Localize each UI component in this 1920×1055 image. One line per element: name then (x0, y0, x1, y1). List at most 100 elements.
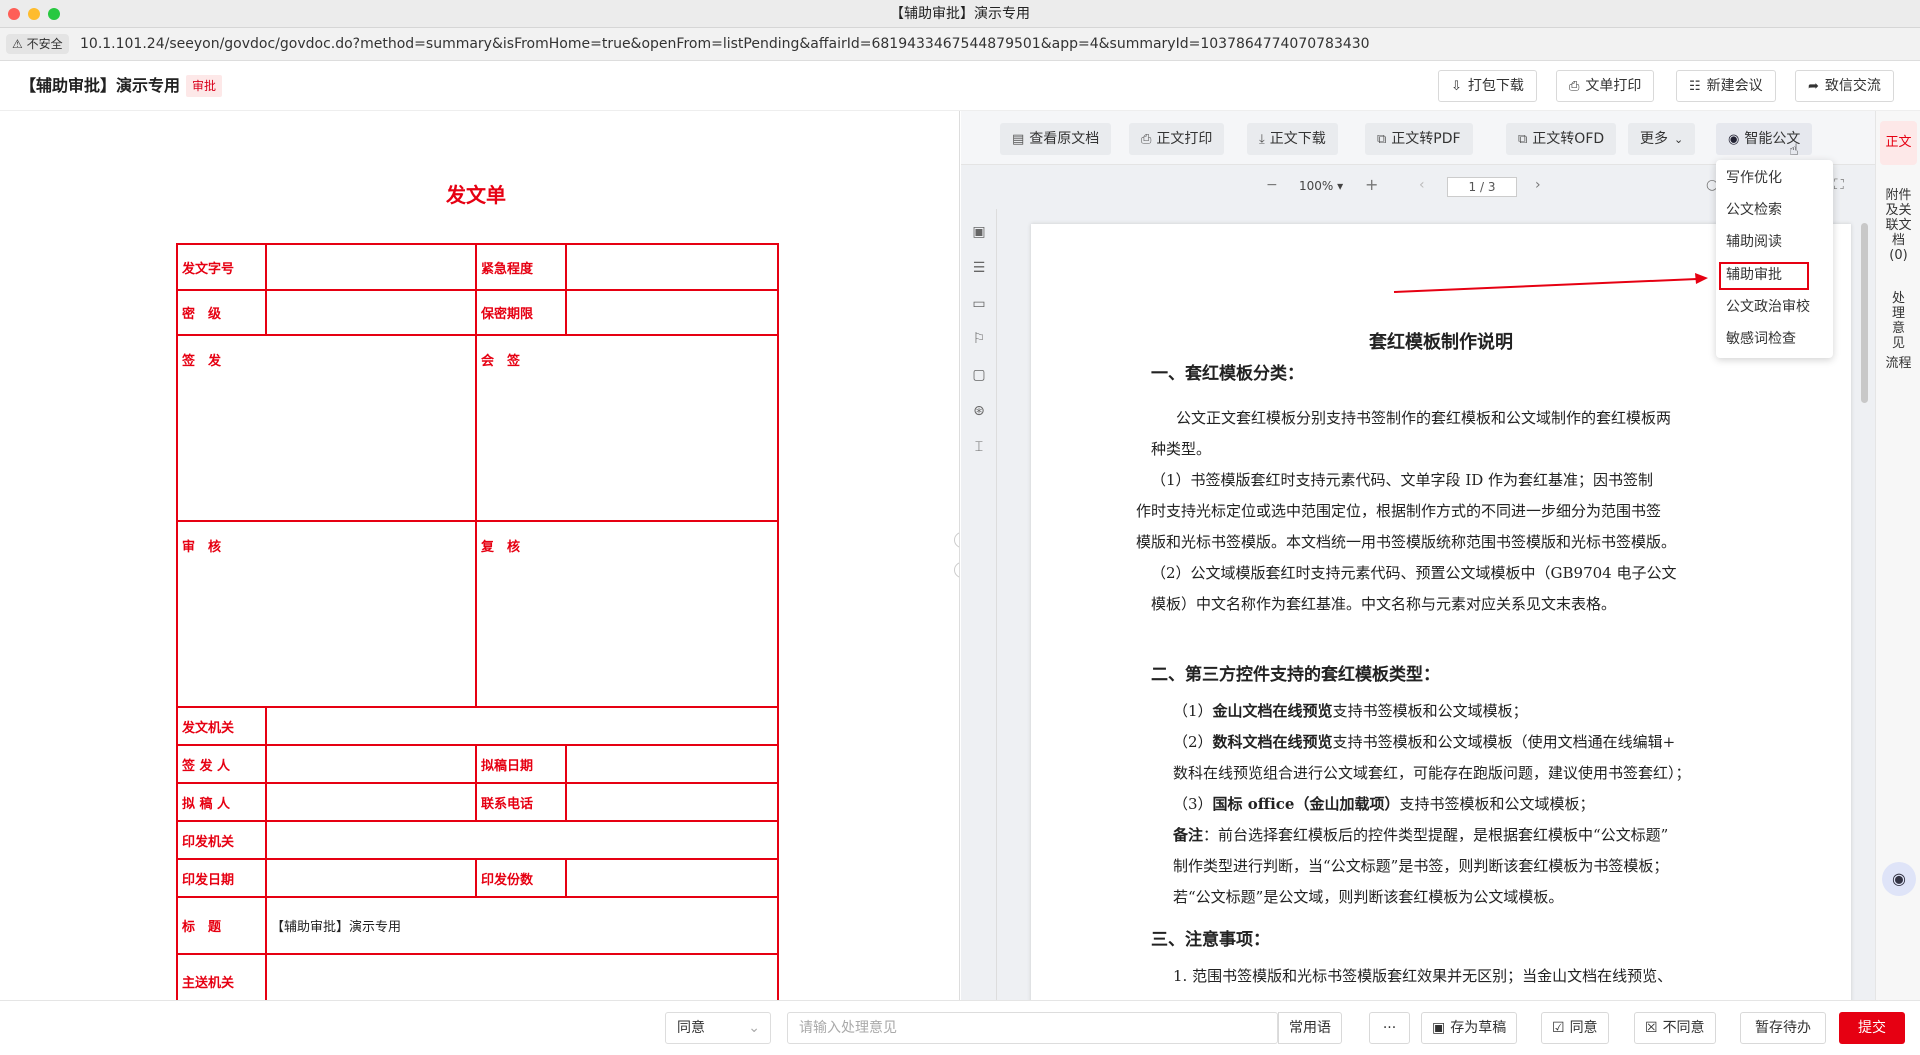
text-select-icon[interactable]: ⌶ (970, 438, 988, 456)
tab-flow[interactable]: 流程 (1876, 356, 1920, 371)
list-prefix: （2） (1173, 733, 1213, 751)
menu-item-political-review[interactable]: 公文政治审校 (1726, 297, 1810, 317)
new-meeting-button[interactable]: ☷ 新建会议 (1676, 70, 1776, 102)
form-title: 发文单 (446, 183, 506, 207)
field-secret-period[interactable] (565, 289, 779, 336)
review-section[interactable]: 审 核 (176, 520, 477, 708)
tab-opinion[interactable]: 处理意见 (1876, 291, 1920, 351)
label-countersign: 会 签 (481, 354, 521, 369)
paragraph-line: 若“公文标题”是公文域，则判断该套红模板为公文域模板。 (1173, 888, 1564, 906)
field-main-recipient[interactable] (265, 953, 779, 1000)
more-options-button[interactable]: ··· (1369, 1012, 1410, 1044)
document-form-table: 发文字号 紧急程度 密 级 保密期限 签 发 会 签 审 核 复 核 发文机关 … (176, 243, 779, 1000)
paragraph-line: 模板）中文名称作为套红基准。中文名称与元素对应关系见文末表格。 (1151, 595, 1617, 613)
zoom-in-icon[interactable]: + (1365, 175, 1378, 194)
field-print-date[interactable] (265, 858, 477, 898)
field-draft-date[interactable] (565, 744, 779, 784)
section-3-heading: 三、注意事项： (1151, 930, 1270, 950)
agree-button[interactable]: ☑ 同意 (1541, 1012, 1609, 1044)
hold-button[interactable]: 暂存待办 (1740, 1012, 1826, 1044)
comment-icon[interactable]: ▢ (970, 366, 988, 384)
common-phrases-button[interactable]: 常用语 (1278, 1012, 1342, 1044)
note-bold: 备注 (1173, 826, 1204, 844)
fullscreen-icon[interactable]: ⛶ (1834, 177, 1844, 193)
thumbnail-icon[interactable]: ▣ (970, 223, 988, 241)
countersign-section[interactable]: 会 签 (475, 334, 779, 522)
to-pdf-label: 正文转PDF (1391, 131, 1461, 147)
paragraph-line: （1）书签模版套红时支持元素代码、文单字段 ID 作为套红基准；因书签制 (1151, 471, 1654, 489)
disagree-button[interactable]: ☒ 不同意 (1634, 1012, 1716, 1044)
field-phone[interactable] (565, 782, 779, 822)
expand-right-icon[interactable]: › (954, 562, 959, 578)
clipboard-icon[interactable]: ▭ (970, 295, 988, 313)
zoom-out-icon[interactable]: − (1266, 177, 1278, 193)
opinion-input[interactable]: 请输入处理意见 (787, 1012, 1278, 1044)
outline-icon[interactable]: ☰ (970, 259, 988, 277)
paragraph-line: 种类型。 (1151, 440, 1212, 458)
message-button[interactable]: ➦ 致信交流 (1795, 70, 1894, 102)
message-label: 致信交流 (1824, 78, 1881, 94)
menu-item-writing-optimize[interactable]: 写作优化 (1726, 168, 1782, 188)
field-secret-level[interactable] (265, 289, 477, 336)
pack-download-button[interactable]: ⇩ 打包下载 (1438, 70, 1537, 102)
section-2-heading: 二、第三方控件支持的套红模板类型： (1151, 665, 1440, 685)
vertical-scrollbar[interactable] (1861, 223, 1868, 403)
field-drafter[interactable] (265, 782, 477, 822)
submit-button[interactable]: 提交 (1839, 1012, 1905, 1044)
insecure-badge[interactable]: ⚠ 不安全 (6, 34, 69, 54)
label-print-org: 印发机关 (176, 820, 267, 860)
field-print-org[interactable] (265, 820, 779, 860)
save-draft-button[interactable]: ▣ 存为草稿 (1421, 1012, 1518, 1044)
recheck-section[interactable]: 复 核 (475, 520, 779, 708)
save-icon: ▣ (1432, 1020, 1446, 1036)
url-field[interactable]: 10.1.101.24/seeyon/govdoc/govdoc.do?meth… (80, 28, 1370, 61)
download-icon: ⤓ (1259, 132, 1265, 147)
menu-item-sensitive-word-check[interactable]: 敏感词检查 (1726, 329, 1796, 349)
minimize-window-icon[interactable] (28, 8, 40, 20)
tab-attachments[interactable]: 附件及关联文档(0) (1876, 188, 1920, 263)
body-download-button[interactable]: ⤓ 正文下载 (1247, 123, 1338, 155)
doc-print-label: 文单打印 (1585, 78, 1642, 94)
field-subject[interactable]: 【辅助审批】演示专用 (265, 896, 779, 955)
doc-print-button[interactable]: ⎙ 文单打印 (1556, 70, 1655, 102)
share-icon: ➦ (1808, 79, 1819, 94)
field-issuing-org[interactable] (265, 706, 779, 746)
field-print-copies[interactable] (565, 858, 779, 898)
to-pdf-button[interactable]: ⧉ 正文转PDF (1365, 123, 1473, 155)
more-button[interactable]: 更多 ⌄ (1628, 123, 1696, 155)
stamp-icon[interactable]: ⊛ (970, 402, 988, 420)
robot-icon: ◉ (1728, 132, 1740, 147)
zoom-select[interactable]: 100% ▾ (1299, 179, 1343, 193)
window-title: 【辅助审批】演示专用 (890, 6, 1030, 22)
note-text: ：前台选择套红模板后的控件类型提醒，是根据套红模板中“公文标题” (1203, 826, 1669, 844)
next-page-icon[interactable]: › (1535, 177, 1541, 193)
to-ofd-button[interactable]: ⧉ 正文转OFD (1506, 123, 1617, 155)
tab-body[interactable]: 正文 (1876, 135, 1920, 150)
sign-section[interactable]: 签 发 (176, 334, 477, 522)
paragraph-line: 1. 范围书签模版和光标书签模版套红效果并无区别；当金山文档在线预览、 (1173, 967, 1673, 985)
window-titlebar: 【辅助审批】演示专用 (0, 0, 1920, 28)
list-bold: 国标 office（金山加载项） (1212, 795, 1400, 813)
body-print-button[interactable]: ⎙ 正文打印 (1129, 123, 1225, 155)
check-icon: ☑ (1552, 1020, 1565, 1036)
page-number-input[interactable]: 1 / 3 (1447, 177, 1517, 197)
field-signer[interactable] (265, 744, 477, 784)
zoom-value: 100% (1299, 179, 1334, 193)
close-window-icon[interactable] (8, 8, 20, 20)
label-review: 审 核 (182, 540, 222, 555)
field-doc-no[interactable] (265, 243, 477, 291)
collapse-left-icon[interactable]: ‹ (954, 532, 959, 548)
chevron-down-icon: ⌄ (748, 1020, 760, 1036)
menu-item-assisted-reading[interactable]: 辅助阅读 (1726, 232, 1782, 252)
menu-item-assisted-approval[interactable]: 辅助审批 (1726, 265, 1782, 285)
view-original-button[interactable]: ▤ 查看原文档 (1000, 123, 1112, 155)
attitude-select[interactable]: 同意 ⌄ (665, 1012, 771, 1044)
paragraph-line: 模版和光标书签模版。本文档统一用书签模版统称范围书签模版和光标书签模版。 (1136, 533, 1677, 551)
status-badge: 审批 (186, 75, 223, 97)
menu-item-doc-search[interactable]: 公文检索 (1726, 200, 1782, 220)
maximize-window-icon[interactable] (48, 8, 60, 20)
field-urgency[interactable] (565, 243, 779, 291)
bookmark-icon[interactable]: ⚐ (970, 330, 988, 348)
robot-assistant-icon[interactable]: ◉ (1882, 862, 1916, 896)
prev-page-icon[interactable]: ‹ (1419, 177, 1425, 193)
